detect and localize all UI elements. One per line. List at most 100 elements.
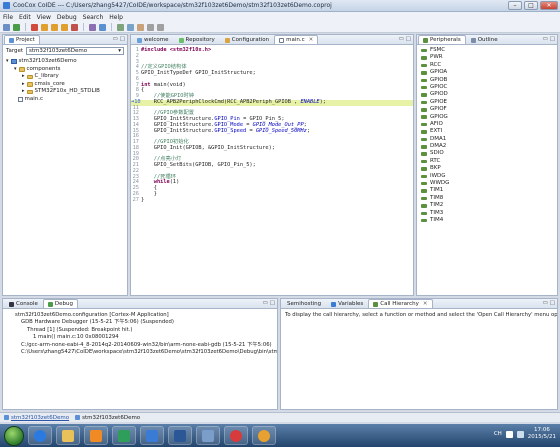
tab-semihosting[interactable]: Semihosting [282, 299, 326, 308]
peripheral-item[interactable]: IWDG [417, 173, 557, 180]
peripheral-item[interactable]: AFIO [417, 121, 557, 128]
taskbar-app2[interactable] [196, 426, 220, 445]
peripheral-item[interactable]: EXTI [417, 128, 557, 135]
minimize-view-icon[interactable]: ▭ [399, 36, 404, 42]
taskbar-ie[interactable] [28, 426, 52, 445]
status-project-link[interactable]: stm32f103zet6Demo [11, 415, 69, 421]
tab-repository[interactable]: Repository [174, 35, 220, 44]
maximize-view-icon[interactable]: □ [270, 300, 275, 306]
code-editor[interactable]: 1 #include <stm32f10x.h> 2 3 4//定义GPIO结构体… [131, 45, 413, 203]
maximize-view-icon[interactable]: □ [120, 36, 125, 42]
start-button[interactable] [4, 425, 24, 446]
navigate-back-icon[interactable] [147, 23, 154, 31]
peripheral-item[interactable]: GPIOE [417, 99, 557, 106]
repository-icon[interactable] [117, 23, 124, 31]
peripheral-item[interactable]: GPIOC [417, 84, 557, 91]
maximize-view-icon[interactable]: □ [406, 36, 411, 42]
menu-debug[interactable]: Debug [57, 14, 77, 21]
debug-binary-row[interactable]: C:\Users\zhang5427\CoIDE\workspace\stm32… [7, 349, 277, 356]
taskbar-explorer[interactable] [56, 426, 80, 445]
debug-session-row[interactable]: GDB Hardware Debugger (15-5-21 下午5:06) (… [7, 319, 273, 326]
peripheral-item[interactable]: TIM4 [417, 217, 557, 224]
search-icon[interactable] [137, 23, 144, 31]
peripheral-item[interactable]: GPIOA [417, 69, 557, 76]
minimize-view-icon[interactable]: ▭ [113, 36, 118, 42]
taskbar-app[interactable] [112, 426, 136, 445]
peripheral-item[interactable]: GPIOG [417, 114, 557, 121]
build-icon[interactable] [99, 23, 106, 31]
step-into-icon[interactable] [41, 23, 48, 31]
step-return-icon[interactable] [61, 23, 68, 31]
config-icon[interactable] [127, 23, 134, 31]
tab-debug[interactable]: Debug [42, 299, 78, 308]
peripheral-item[interactable]: TIM3 [417, 210, 557, 217]
tab-call-hierarchy[interactable]: Call Hierarchy ✕ [368, 299, 433, 308]
tab-main-c[interactable]: main.c ✕ [274, 35, 319, 44]
menu-search[interactable]: Search [83, 14, 104, 21]
tree-item-project[interactable]: ▾ stm32f103zet6Demo [6, 58, 124, 66]
navigate-forward-icon[interactable] [157, 23, 164, 31]
peripheral-item[interactable]: GPIOD [417, 91, 557, 98]
volume-icon[interactable] [516, 430, 524, 438]
stop-icon[interactable] [31, 23, 38, 31]
taskbar-media[interactable] [84, 426, 108, 445]
taskbar-word[interactable] [168, 426, 192, 445]
peripheral-item[interactable]: GPIOB [417, 77, 557, 84]
close-button[interactable]: ✕ [540, 1, 558, 10]
peripheral-item[interactable]: TIM1 [417, 187, 557, 194]
tab-variables[interactable]: Variables [326, 299, 368, 308]
peripheral-item[interactable]: RTC [417, 158, 557, 165]
restart-icon[interactable] [3, 23, 10, 31]
tree-item-components[interactable]: ▾ components [6, 66, 124, 74]
tree-item-cmsis-core[interactable]: ▸ cmsis_core [6, 81, 124, 89]
peripheral-item[interactable]: DMA2 [417, 143, 557, 150]
breakpoint-icon[interactable] [89, 23, 96, 31]
network-icon[interactable] [505, 430, 513, 438]
minimize-button[interactable]: – [508, 1, 522, 10]
tab-label: Semihosting [287, 301, 322, 307]
peripheral-item[interactable]: GPIOF [417, 106, 557, 113]
tab-project[interactable]: Project [4, 35, 40, 44]
tab-peripherals[interactable]: Peripherals [418, 35, 466, 44]
peripheral-item[interactable]: RCC [417, 62, 557, 69]
menu-view[interactable]: View [37, 14, 51, 21]
tab-outline[interactable]: Outline [466, 35, 503, 44]
peripheral-item[interactable]: WWDG [417, 180, 557, 187]
taskbar-coide[interactable] [140, 426, 164, 445]
debug-gdb-row[interactable]: C:/gcc-arm-none-eabi-4_8-2014q2-20140609… [7, 342, 273, 349]
minimize-view-icon[interactable]: ▭ [543, 300, 548, 306]
peripheral-item[interactable]: SDIO [417, 150, 557, 157]
minimize-view-icon[interactable]: ▭ [263, 300, 268, 306]
reset-icon[interactable] [71, 23, 78, 31]
menu-file[interactable]: File [3, 14, 13, 21]
debug-frame-row[interactable]: 1 main() main.c:10 0x08001294 [7, 334, 273, 341]
tree-item-c-library[interactable]: ▸ C_library [6, 73, 124, 81]
maximize-view-icon[interactable]: □ [550, 300, 555, 306]
taskbar-app4[interactable] [252, 426, 276, 445]
minimize-view-icon[interactable]: ▭ [543, 36, 548, 42]
debug-thread-row[interactable]: Thread [1] (Suspended: Breakpoint hit.) [7, 327, 273, 334]
tab-configuration[interactable]: Configuration [220, 35, 274, 44]
maximize-button[interactable]: □ [524, 1, 538, 10]
target-select[interactable]: stm32f103zet6Demo ▾ [26, 46, 124, 55]
tab-console[interactable]: Console [4, 299, 43, 308]
peripheral-item[interactable]: TIM8 [417, 195, 557, 202]
menu-edit[interactable]: Edit [19, 14, 31, 21]
peripheral-item[interactable]: PWR [417, 54, 557, 61]
tree-item-main-c[interactable]: main.c [6, 96, 124, 104]
peripheral-item[interactable]: BKP [417, 165, 557, 172]
tree-item-stdlib[interactable]: ▸ STM32F10x_HD_STDLIB [6, 88, 124, 96]
clock[interactable]: 17:06 2015/5/21 [528, 427, 556, 441]
close-tab-icon[interactable]: ✕ [309, 37, 314, 43]
resume-icon[interactable] [13, 23, 20, 31]
input-language[interactable]: CH [494, 431, 502, 437]
tab-welcome[interactable]: welcome [132, 35, 174, 44]
peripheral-item[interactable]: DMA1 [417, 136, 557, 143]
menu-help[interactable]: Help [109, 14, 123, 21]
maximize-view-icon[interactable]: □ [550, 36, 555, 42]
peripheral-item[interactable]: FSMC [417, 47, 557, 54]
close-tab-icon[interactable]: ✕ [423, 301, 428, 307]
step-over-icon[interactable] [51, 23, 58, 31]
taskbar-app3[interactable] [224, 426, 248, 445]
peripheral-item[interactable]: TIM2 [417, 202, 557, 209]
